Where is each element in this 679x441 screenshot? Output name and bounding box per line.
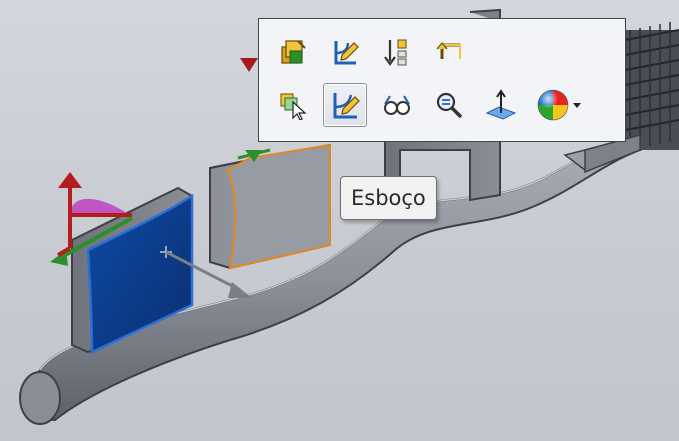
context-toolbar-row-2 bbox=[271, 83, 595, 127]
edit-feature-button[interactable] bbox=[271, 33, 315, 71]
select-other-button[interactable] bbox=[271, 83, 315, 127]
normal-to-icon bbox=[485, 89, 517, 121]
normal-to-button[interactable] bbox=[479, 83, 523, 127]
rollback-icon bbox=[382, 37, 412, 67]
edit-sketch-icon bbox=[330, 37, 360, 67]
appearance-icon bbox=[536, 88, 582, 122]
sketch-button[interactable] bbox=[323, 83, 367, 127]
rollback-button[interactable] bbox=[375, 33, 419, 71]
parent-child-button[interactable] bbox=[427, 33, 471, 71]
sketch-icon bbox=[329, 89, 361, 121]
zoom-to-selection-icon bbox=[434, 90, 464, 120]
appearance-button[interactable] bbox=[531, 83, 587, 127]
tooltip: Esboço bbox=[340, 176, 437, 220]
graphics-viewport[interactable]: Esboço bbox=[0, 0, 679, 441]
select-other-icon bbox=[278, 90, 308, 120]
triad-marker bbox=[240, 58, 258, 72]
context-toolbar-row-1 bbox=[271, 33, 479, 71]
hide-show-icon bbox=[382, 90, 412, 120]
model-block-middle[interactable] bbox=[209, 143, 331, 270]
edit-feature-icon bbox=[278, 37, 308, 67]
edit-sketch-button[interactable] bbox=[323, 33, 367, 71]
zoom-to-selection-button[interactable] bbox=[427, 83, 471, 127]
context-toolbar bbox=[258, 18, 626, 142]
chevron-down-icon bbox=[573, 103, 581, 108]
hide-show-button[interactable] bbox=[375, 83, 419, 127]
parent-child-icon bbox=[434, 37, 464, 67]
